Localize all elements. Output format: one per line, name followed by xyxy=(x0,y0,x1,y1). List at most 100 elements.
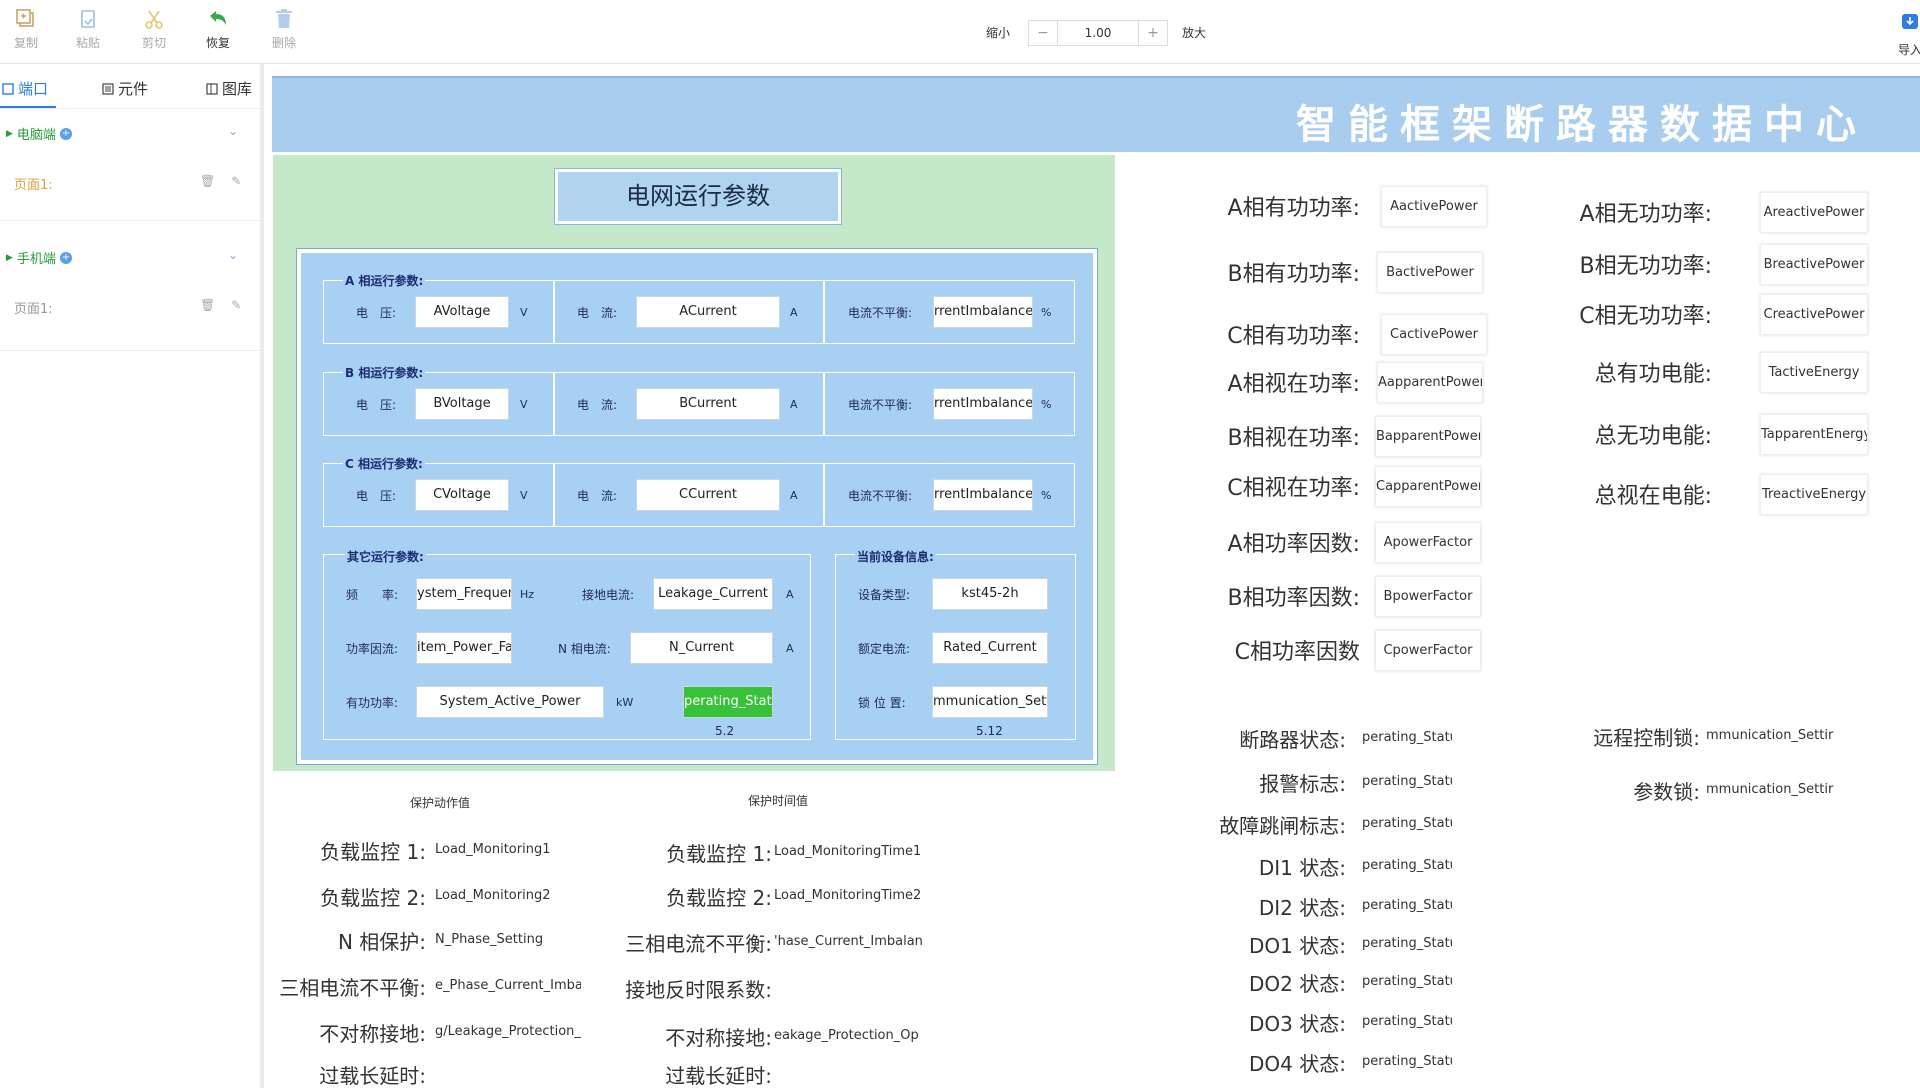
edit-icon[interactable]: ✎ xyxy=(231,174,241,188)
device-type-field[interactable]: kst45-2h xyxy=(932,578,1048,610)
protection-time-header: 保护时间值 xyxy=(748,794,809,808)
status-value: perating_Statu xyxy=(1362,858,1452,873)
grid-title: 电网运行参数 xyxy=(554,168,842,225)
protection-time-value: eakage_Protection_Op xyxy=(774,1028,919,1043)
protection-action-label: N 相保护: xyxy=(337,930,426,954)
undo-button[interactable]: 恢复 xyxy=(192,8,244,51)
power-label: A相功率因数: xyxy=(1227,532,1360,557)
gallery-icon xyxy=(206,82,218,95)
status-value: perating_Statu xyxy=(1362,1054,1452,1069)
group-mobile[interactable]: ▶ 手机端 + xyxy=(6,248,72,267)
status-label: 参数锁: xyxy=(1633,780,1700,804)
imbalance-field[interactable]: rrentImbalanceF xyxy=(933,479,1033,511)
import-icon xyxy=(1902,14,1918,29)
power-factor-field[interactable]: item_Power_Fac xyxy=(416,632,512,664)
group-mobile-label: 手机端 xyxy=(16,252,56,267)
voltage-field[interactable]: AVoltage xyxy=(415,296,509,328)
zoom-value-input[interactable]: 1.00 xyxy=(1057,21,1139,45)
status-label: DI1 状态: xyxy=(1258,856,1346,880)
status-label: 断路器状态: xyxy=(1239,728,1346,752)
divider xyxy=(0,350,260,351)
protection-action-label: 三相电流不平衡: xyxy=(279,976,426,1000)
operating-status-indicator: perating_Statu xyxy=(683,686,773,718)
delete-button[interactable]: 删除 xyxy=(258,8,310,51)
protection-action-label: 负载监控 1: xyxy=(320,840,426,864)
add-page-icon[interactable]: + xyxy=(59,251,72,264)
leakage-current-field[interactable]: Leakage_Current xyxy=(653,578,773,610)
trash-icon[interactable]: 🗑 xyxy=(200,298,215,312)
power-label: C相有功功率: xyxy=(1227,324,1360,349)
zoom-increase-button[interactable]: + xyxy=(1139,21,1167,45)
power-label: C相无功功率: xyxy=(1579,304,1712,329)
v-unit: V xyxy=(520,489,528,502)
tab-components-label: 元件 xyxy=(118,80,149,98)
import-label: 导入 xyxy=(1898,43,1920,57)
copy-button[interactable]: 复制 xyxy=(0,8,52,51)
current-field[interactable]: BCurrent xyxy=(636,388,780,420)
copy-label: 复制 xyxy=(13,36,38,50)
add-page-icon[interactable]: + xyxy=(59,127,72,140)
cut-label: 剪切 xyxy=(141,36,166,50)
tab-gallery-label: 图库 xyxy=(222,80,253,98)
status-value: perating_Statu xyxy=(1362,974,1452,989)
protection-action-label: 负载监控 2: xyxy=(320,886,426,910)
status-value: perating_Statu xyxy=(1362,730,1452,745)
phase-title: B 相运行参数: xyxy=(343,364,426,381)
rated-current-field[interactable]: Rated_Current xyxy=(932,632,1048,664)
paste-label: 粘贴 xyxy=(75,36,100,50)
paste-button[interactable]: 粘贴 xyxy=(62,8,114,51)
chevron-down-icon[interactable]: ⌄ xyxy=(228,248,238,262)
lock-position-label: 锁 位 置: xyxy=(858,696,906,710)
status-label: 远程控制锁: xyxy=(1593,726,1700,750)
divider xyxy=(0,220,260,221)
lock-position-field[interactable]: mmunication_Settir xyxy=(932,686,1048,718)
zoom-decrease-button[interactable]: − xyxy=(1029,21,1057,45)
power-label: A相无功功率: xyxy=(1579,202,1712,227)
protection-action-value: e_Phase_Current_Imbal xyxy=(435,978,581,993)
n-current-label: N 相电流: xyxy=(558,642,611,656)
edit-icon[interactable]: ✎ xyxy=(231,298,241,312)
tab-components[interactable]: 元件 xyxy=(102,78,148,99)
page-item-pc[interactable]: 页面1: xyxy=(14,174,53,193)
caret-right-icon: ▶ xyxy=(6,252,13,263)
page-tools: 🗑 ✎ xyxy=(200,298,241,312)
trash-icon[interactable]: 🗑 xyxy=(200,174,215,188)
power-value: BapparentPower xyxy=(1375,416,1481,457)
power-label: B相有功功率: xyxy=(1227,262,1360,287)
a-unit: A xyxy=(790,398,798,411)
status-label: DO3 状态: xyxy=(1249,1012,1346,1036)
header-banner: 智能框架断路器数据中心 xyxy=(272,76,1920,152)
chevron-down-icon[interactable]: ⌄ xyxy=(228,124,238,138)
zoom-in-label: 放大 xyxy=(1182,26,1207,40)
imbalance-field[interactable]: rrentImbalanceF xyxy=(933,388,1033,420)
tab-ports[interactable]: 端口 xyxy=(2,78,48,99)
tab-gallery[interactable]: 图库 xyxy=(206,78,252,99)
protection-time-label: 不对称接地: xyxy=(665,1026,772,1050)
status-label: DI2 状态: xyxy=(1258,896,1346,920)
cut-button[interactable]: 剪切 xyxy=(128,8,180,51)
divider xyxy=(823,372,825,436)
group-pc[interactable]: ▶ 电脑端 + xyxy=(6,124,72,143)
divider xyxy=(553,372,555,436)
current-field[interactable]: CCurrent xyxy=(636,479,780,511)
trash-icon xyxy=(276,9,292,28)
n-current-field[interactable]: N_Current xyxy=(630,632,773,664)
protection-time-value: Load_MonitoringTime1 xyxy=(774,844,922,859)
power-value: AreactivePower xyxy=(1760,192,1868,233)
voltage-field[interactable]: CVoltage xyxy=(415,479,509,511)
voltage-field[interactable]: BVoltage xyxy=(415,388,509,420)
freq-field[interactable]: ystem_Frequenc xyxy=(416,578,512,610)
divider xyxy=(0,108,260,109)
current-field[interactable]: ACurrent xyxy=(636,296,780,328)
imbalance-field[interactable]: rrentImbalanceF xyxy=(933,296,1033,328)
page-item-mobile[interactable]: 页面1: xyxy=(14,298,53,317)
power-label: C相视在功率: xyxy=(1227,476,1360,501)
active-power-field[interactable]: System_Active_Power xyxy=(416,686,604,718)
freq-label: 频 率: xyxy=(346,588,399,602)
power-value: ApowerFactor xyxy=(1375,522,1481,563)
v-unit: V xyxy=(520,306,528,319)
group-pc-label: 电脑端 xyxy=(16,128,56,143)
port-icon xyxy=(2,82,14,95)
import-button[interactable]: 导入 xyxy=(1898,12,1920,58)
power-value: BpowerFactor xyxy=(1375,576,1481,617)
